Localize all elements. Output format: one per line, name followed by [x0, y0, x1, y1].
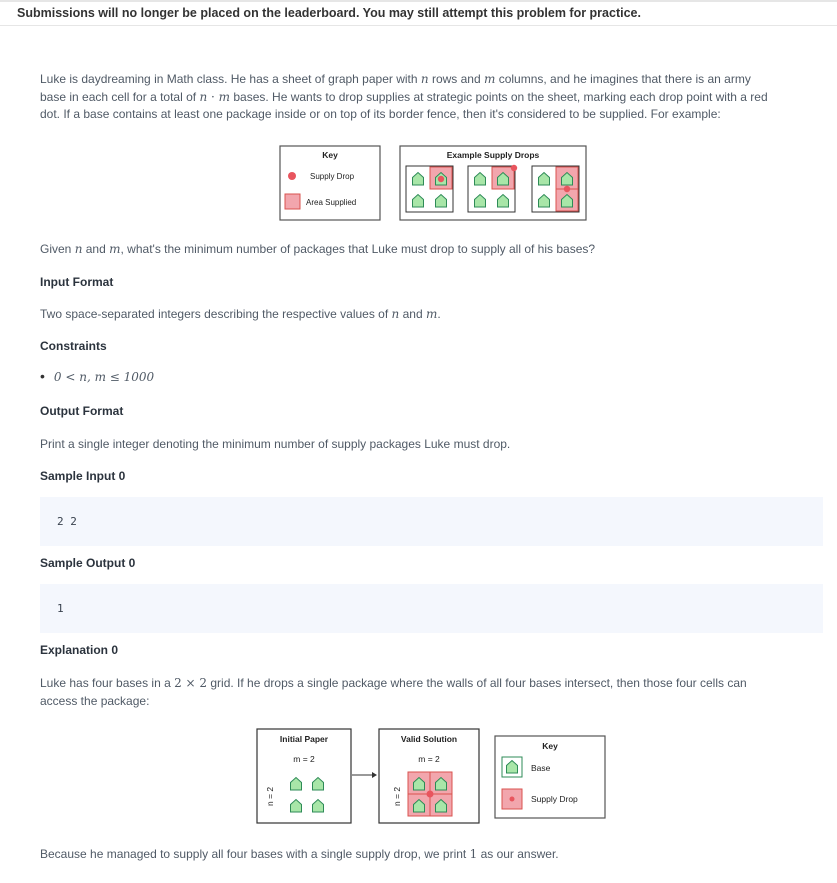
supply-drop-icon: [563, 185, 571, 193]
svg-text:Key: Key: [542, 741, 558, 751]
example-title: Example Supply Drops: [447, 150, 540, 160]
sample-output-heading: Sample Output 0: [40, 556, 136, 570]
svg-text:n = 2: n = 2: [265, 787, 275, 806]
supply-drop-icon: [510, 164, 518, 172]
supply-drop-icon: [437, 175, 445, 183]
key-supply-drop-label: Supply Drop: [310, 172, 355, 181]
initial-paper-figure: Initial Paper m = 2 n = 2: [256, 728, 352, 824]
key-title: Key: [322, 150, 338, 160]
svg-text:Base: Base: [531, 763, 551, 773]
key-legend: Key Supply Drop Area Supplied: [279, 145, 381, 221]
output-format-text: Print a single integer denoting the mini…: [40, 437, 511, 451]
area-supplied-icon: [284, 193, 301, 210]
explanation-heading: Explanation 0: [40, 643, 119, 657]
svg-text:m = 2: m = 2: [418, 754, 440, 764]
supply-drop-icon: [288, 172, 296, 180]
key-area-supplied-label: Area Supplied: [306, 198, 356, 207]
question-text: Given n and m, what's the minimum number…: [40, 242, 596, 256]
svg-text:Initial Paper: Initial Paper: [280, 734, 329, 744]
input-format-heading: Input Format: [40, 275, 114, 289]
key-legend-2: Key Base Supply Drop: [494, 735, 606, 819]
example-supply-drops: Example Supply Drops: [399, 145, 587, 221]
valid-solution-figure: Valid Solution m = 2 n = 2: [378, 728, 480, 824]
constraint-item: 0 < n, m ≤ 1000: [40, 368, 154, 384]
sample-output-code: 1: [40, 584, 823, 633]
svg-text:m = 2: m = 2: [293, 754, 315, 764]
output-format-heading: Output Format: [40, 404, 124, 418]
constraints-heading: Constraints: [40, 339, 107, 353]
arrow-head-icon: [372, 772, 377, 778]
svg-text:n = 2: n = 2: [392, 787, 402, 806]
svg-text:Valid Solution: Valid Solution: [401, 734, 457, 744]
conclusion-text: Because he managed to supply all four ba…: [40, 847, 559, 861]
explanation-text: Luke has four bases in a 2 × 2 grid. If …: [40, 676, 747, 708]
supply-drop-icon: [426, 790, 434, 798]
sample-input-code: 2 2: [40, 497, 823, 546]
input-format-text: Two space-separated integers describing …: [40, 307, 441, 321]
sample-input-heading: Sample Input 0: [40, 469, 126, 483]
constraints-list: 0 < n, m ≤ 1000: [40, 368, 154, 384]
svg-text:Supply Drop: Supply Drop: [531, 794, 578, 804]
